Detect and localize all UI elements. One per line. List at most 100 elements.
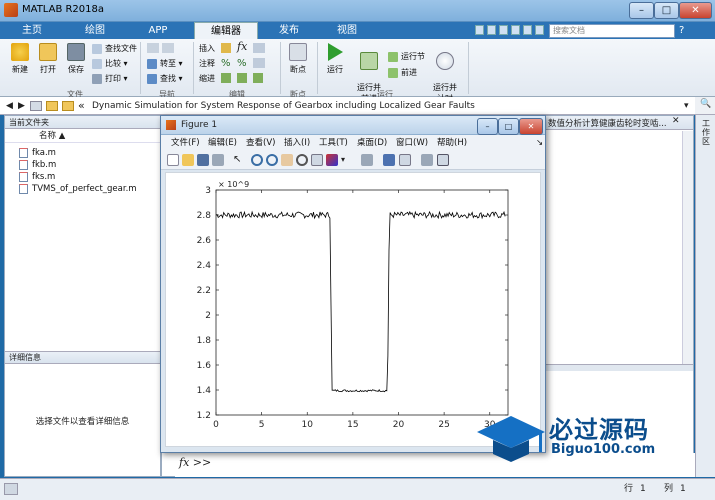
tab-editor[interactable]: 编辑器 — [194, 22, 258, 39]
comment-button[interactable]: 注释 — [199, 57, 215, 70]
colorbar-icon[interactable] — [383, 154, 395, 166]
path-dropdown-icon[interactable]: ▾ — [684, 97, 689, 115]
wrap-comment-icon[interactable] — [253, 58, 265, 68]
tab-publish[interactable]: 发布 — [262, 22, 316, 39]
address-search-icon[interactable]: 🔍 — [695, 97, 715, 115]
save-icon[interactable] — [475, 25, 484, 35]
find-button[interactable]: 查找 ▾ — [147, 72, 183, 85]
data-cursor-icon[interactable] — [311, 154, 323, 166]
list-item[interactable]: TVMS_of_perfect_gear.m — [19, 183, 137, 195]
run-section-button[interactable]: 运行节 — [388, 50, 425, 63]
workspace-tab[interactable]: 工作区 — [700, 119, 712, 146]
back-nav-icon[interactable] — [147, 43, 159, 53]
cut-icon[interactable] — [487, 25, 496, 35]
smart-indent-icon[interactable] — [221, 73, 231, 83]
run-and-time-button[interactable]: 运行并 计时 — [428, 43, 462, 104]
goto-button[interactable]: 转至 ▾ — [147, 57, 183, 70]
quick-access-toolbar — [475, 25, 545, 37]
search-input[interactable]: 搜索文档 — [549, 24, 675, 38]
show-plot-tools-icon[interactable] — [437, 154, 449, 166]
link-plot-icon[interactable] — [361, 154, 373, 166]
hide-plot-tools-icon[interactable] — [421, 154, 433, 166]
list-item[interactable]: fkb.m — [19, 159, 56, 171]
new-figure-icon[interactable] — [167, 154, 179, 166]
advance-button[interactable]: 前进 — [388, 66, 417, 79]
breadcrumb-overflow[interactable]: « — [78, 97, 85, 114]
percent-braces-icon[interactable]: % — [237, 58, 247, 69]
menu-insert[interactable]: 插入(I) — [284, 135, 310, 151]
menu-view[interactable]: 查看(V) — [246, 135, 275, 151]
pan-icon[interactable] — [281, 154, 293, 166]
zoom-out-icon[interactable] — [266, 154, 278, 166]
figure-toolbar: ↖ ▾ — [161, 151, 545, 170]
percent-icon[interactable]: % — [221, 58, 231, 69]
menu-desktop[interactable]: 桌面(D) — [357, 135, 387, 151]
group-separator — [193, 42, 194, 94]
indent-right-icon[interactable] — [237, 73, 247, 83]
paste-icon[interactable] — [511, 25, 520, 35]
stopwatch-icon — [436, 52, 454, 70]
insert-button[interactable]: 插入 — [199, 42, 215, 55]
row-label: 行 — [624, 484, 634, 494]
plot-area[interactable]: 0 5 10 15 20 25 30 1.2 1.4 1.6 1.8 2 2.2 2.4 2.6 2.8 3 × … — [165, 172, 541, 447]
editor-scrollbar[interactable] — [682, 131, 693, 371]
rotate-3d-icon[interactable] — [296, 154, 308, 166]
save-button[interactable]: 保存 — [64, 43, 88, 75]
redo-icon[interactable] — [535, 25, 544, 35]
menu-edit[interactable]: 编辑(E) — [208, 135, 237, 151]
undo-icon[interactable] — [523, 25, 532, 35]
browse-folder-icon[interactable] — [46, 101, 58, 111]
help-icon[interactable]: ? — [679, 25, 691, 37]
tab-home[interactable]: 主页 — [6, 22, 58, 39]
m-file-icon — [19, 183, 28, 194]
tab-apps[interactable]: APP — [132, 22, 184, 39]
open-button[interactable]: 打开 — [36, 43, 60, 75]
menu-help[interactable]: 帮助(H) — [437, 135, 467, 151]
figure-close-button[interactable]: ✕ — [519, 118, 543, 135]
copy-icon[interactable] — [499, 25, 508, 35]
maximize-button[interactable]: □ — [654, 2, 679, 19]
figure-minimize-button[interactable]: – — [477, 118, 498, 135]
panel-header-details[interactable]: 详细信息 — [5, 351, 160, 364]
menu-tools[interactable]: 工具(T) — [319, 135, 348, 151]
indent-left-icon[interactable] — [253, 73, 263, 83]
back-arrow-icon[interactable]: ◀ — [6, 97, 13, 115]
edit-plot-icon[interactable]: ↖ — [233, 154, 245, 166]
new-button[interactable]: 新建 — [8, 43, 32, 75]
tab-view[interactable]: 视图 — [320, 22, 374, 39]
fx-icon[interactable]: fx — [237, 40, 247, 53]
column-header-name[interactable]: 名称 ▲ — [5, 130, 160, 143]
indent-button[interactable]: 缩进 — [199, 72, 215, 85]
close-button[interactable]: ✕ — [679, 2, 712, 19]
compare-button[interactable]: 比较 ▾ — [92, 57, 128, 70]
legend-icon[interactable] — [399, 154, 411, 166]
print-figure-icon[interactable] — [212, 154, 224, 166]
folder-icon[interactable] — [62, 101, 74, 111]
up-folder-icon[interactable] — [30, 101, 42, 111]
menu-file[interactable]: 文件(F) — [171, 135, 200, 151]
figure-maximize-button[interactable]: □ — [498, 118, 519, 135]
open-file-icon[interactable] — [182, 154, 194, 166]
list-item[interactable]: fks.m — [19, 171, 55, 183]
run-button[interactable]: 运行 — [322, 43, 348, 75]
forward-arrow-icon[interactable]: ▶ — [18, 97, 25, 115]
forward-nav-icon[interactable] — [162, 43, 174, 53]
menu-dock-icon[interactable]: ↘ — [536, 135, 543, 151]
current-path[interactable]: Dynamic Simulation for System Response o… — [92, 97, 475, 115]
print-button[interactable]: 打印 ▾ — [92, 72, 128, 85]
menu-window[interactable]: 窗口(W) — [396, 135, 428, 151]
close-tab-icon[interactable]: ✕ — [672, 116, 680, 126]
brush-dropdown-icon[interactable]: ▾ — [341, 155, 345, 164]
breakpoints-button[interactable]: 断点 — [285, 43, 311, 75]
find-files-button[interactable]: 查找文件 — [92, 42, 137, 55]
zoom-in-icon[interactable] — [251, 154, 263, 166]
save-figure-icon[interactable] — [197, 154, 209, 166]
minimize-button[interactable]: – — [629, 2, 654, 19]
line-chart[interactable]: 0 5 10 15 20 25 301.21.41.61.822.22.42.62.83× … — [166, 173, 540, 446]
insert-dropdown-icon[interactable] — [253, 43, 265, 53]
editor-tab[interactable]: 数值分析计算健康齿轮时变啮... — [548, 117, 667, 129]
tab-plots[interactable]: 绘图 — [68, 22, 122, 39]
insert-section-icon[interactable] — [221, 43, 231, 53]
brush-icon[interactable] — [326, 154, 338, 166]
list-item[interactable]: fka.m — [19, 147, 56, 159]
